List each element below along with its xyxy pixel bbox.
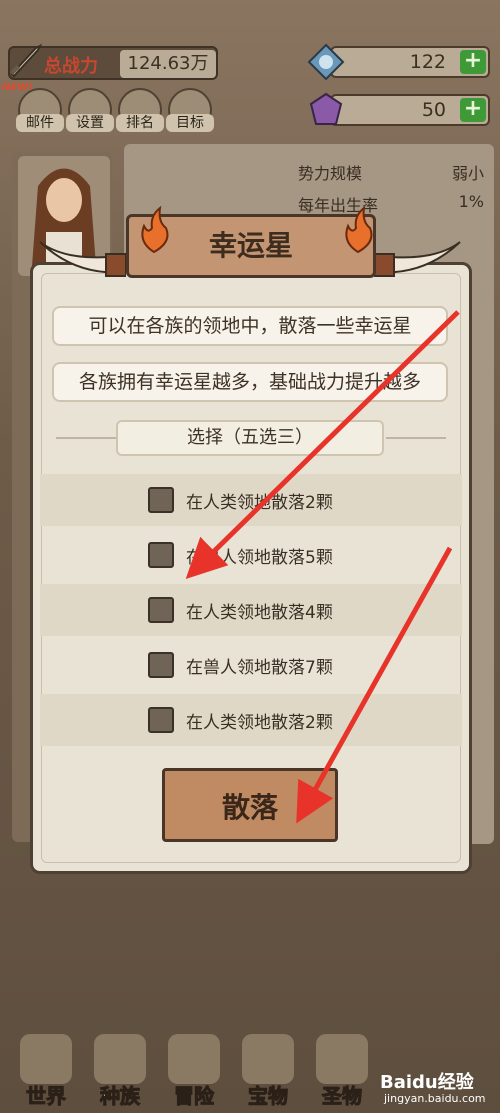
selection-label: 选择（五选三） — [116, 420, 384, 456]
option-label: 在人类领地散落4颗 — [186, 603, 333, 623]
nav-label: 世界 — [26, 1084, 67, 1109]
option-label: 在兽人领地散落7颗 — [186, 658, 333, 678]
option-checkbox[interactable] — [148, 487, 174, 513]
settings-label: 设置 — [66, 114, 114, 132]
stat-row: 势力规模 弱小 — [298, 160, 484, 184]
nav-label: 圣物 — [322, 1084, 363, 1109]
menu-buttons: 邮件 设置 排名 目标 — [16, 88, 214, 132]
option-row[interactable]: 在人类领地散落2颗 — [40, 474, 462, 526]
info-line: 可以在各族的领地中，散落一些幸运星 — [52, 306, 448, 346]
world-icon — [20, 1034, 72, 1084]
divider — [56, 437, 116, 439]
crystal-icon — [309, 92, 343, 125]
relic-icon — [316, 1034, 368, 1084]
stat-row: 每年出生率 1% — [298, 192, 484, 216]
power-label: 总战力 — [44, 56, 98, 77]
crystal-bar: 50 + — [330, 94, 490, 126]
nav-race[interactable]: 种族 — [84, 1030, 154, 1110]
option-row[interactable]: 在兽人领地散落5颗 — [40, 529, 462, 581]
gem-bar: 122 + — [330, 46, 490, 78]
crystal-count: 50 — [421, 99, 446, 121]
nav-relic[interactable]: 圣物 — [306, 1030, 376, 1110]
option-label: 在人类领地散落2颗 — [186, 493, 333, 513]
scatter-button-label: 散落 — [221, 791, 278, 824]
ranking-button[interactable]: 排名 — [116, 88, 164, 132]
gem-count: 122 — [409, 51, 446, 73]
option-row[interactable]: 在兽人领地散落7颗 — [40, 639, 462, 691]
option-checkbox[interactable] — [148, 652, 174, 678]
option-row[interactable]: 在人类领地散落2颗 — [40, 694, 462, 746]
right-horn-icon — [374, 241, 461, 277]
nav-label: 冒险 — [174, 1084, 215, 1109]
goals-label: 目标 — [166, 114, 214, 132]
option-label: 在兽人领地散落5颗 — [186, 548, 333, 568]
add-gems-button[interactable]: + — [460, 50, 486, 74]
option-row[interactable]: 在人类领地散落4颗 — [40, 584, 462, 636]
stat-value: 1% — [458, 192, 484, 211]
ranking-label: 排名 — [116, 114, 164, 132]
left-horn-icon — [39, 241, 126, 277]
race-icon — [94, 1034, 146, 1084]
option-checkbox[interactable] — [148, 597, 174, 623]
mail-button[interactable]: 邮件 — [16, 88, 64, 132]
option-label: 在人类领地散落2颗 — [186, 713, 333, 733]
watermark-brand: Baidu经验 — [380, 1072, 474, 1093]
settings-button[interactable]: 设置 — [66, 88, 114, 132]
divider — [386, 437, 446, 439]
treasure-icon — [242, 1034, 294, 1084]
nav-label: 宝物 — [248, 1084, 289, 1109]
option-checkbox[interactable] — [148, 707, 174, 733]
adventure-icon — [168, 1034, 220, 1084]
option-checkbox[interactable] — [148, 542, 174, 568]
mail-label: 邮件 — [16, 114, 64, 132]
sword-icon — [10, 43, 43, 78]
stat-label: 势力规模 — [298, 164, 363, 183]
nav-world[interactable]: 世界 — [10, 1030, 80, 1110]
gem-icon — [307, 43, 345, 81]
nav-treasure[interactable]: 宝物 — [232, 1030, 302, 1110]
add-crystals-button[interactable]: + — [460, 98, 486, 122]
watermark-url: jingyan.baidu.com — [384, 1092, 486, 1105]
info-line: 各族拥有幸运星越多，基础战力提升越多 — [52, 362, 448, 402]
nav-label: 种族 — [100, 1084, 141, 1109]
goals-button[interactable]: 目标 — [166, 88, 214, 132]
dialog-title: 幸运星 — [208, 229, 293, 262]
power-value: 124.63万 — [120, 50, 216, 78]
nav-adventure[interactable]: 冒险 — [158, 1030, 228, 1110]
stat-value: 弱小 — [451, 164, 484, 183]
